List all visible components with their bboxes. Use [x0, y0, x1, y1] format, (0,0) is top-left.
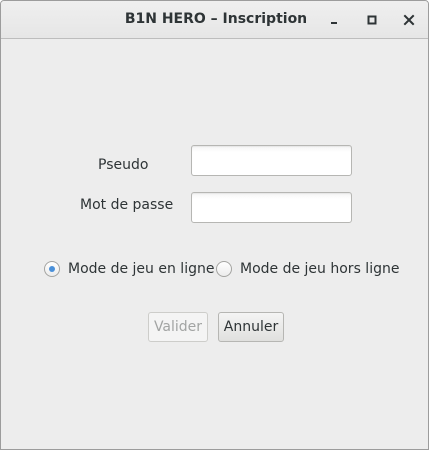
online-mode-option[interactable]: Mode de jeu en ligne [44, 259, 214, 279]
pseudo-label: Pseudo [98, 157, 149, 173]
validate-button[interactable]: Valider [148, 312, 208, 342]
inscription-window: B1N HERO – Inscription Pseudo Mot de pas… [0, 0, 429, 450]
form-content: Pseudo Mot de passe Mode de jeu en ligne… [1, 40, 428, 449]
title-bar[interactable]: B1N HERO – Inscription [1, 1, 428, 39]
online-mode-label: Mode de jeu en ligne [68, 261, 215, 277]
close-button[interactable] [398, 9, 420, 31]
close-icon [403, 14, 415, 26]
password-label: Mot de passe [80, 197, 174, 213]
window-title: B1N HERO – Inscription [124, 11, 308, 27]
password-input[interactable] [191, 192, 352, 223]
minimize-button[interactable] [323, 9, 345, 31]
offline-mode-label: Mode de jeu hors ligne [240, 261, 400, 277]
cancel-button[interactable]: Annuler [218, 312, 284, 342]
maximize-button[interactable] [361, 9, 383, 31]
offline-mode-option[interactable]: Mode de jeu hors ligne [216, 259, 399, 279]
maximize-icon [367, 15, 377, 25]
offline-mode-radio[interactable] [216, 261, 232, 277]
online-mode-radio[interactable] [44, 261, 60, 277]
pseudo-input[interactable] [191, 145, 352, 176]
minimize-icon [331, 22, 337, 24]
